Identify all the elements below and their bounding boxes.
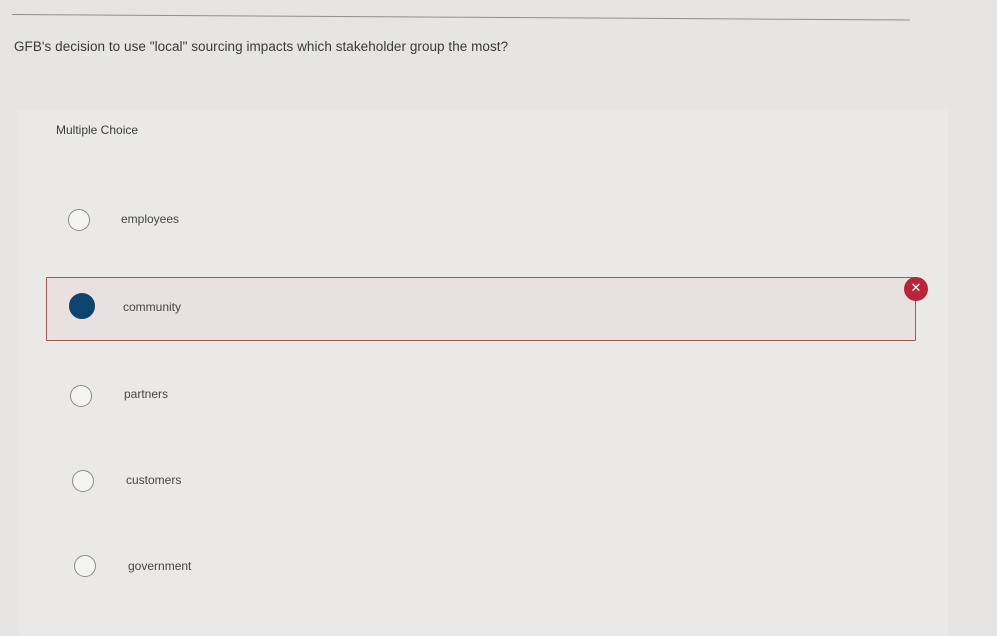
- answer-option-label: government: [128, 559, 192, 573]
- radio-button[interactable]: [70, 385, 92, 407]
- answer-option-label: employees: [121, 212, 180, 226]
- radio-button[interactable]: [74, 555, 96, 577]
- question-type-label: Multiple Choice: [56, 123, 139, 137]
- answer-option-label: community: [123, 300, 182, 314]
- radio-button[interactable]: [68, 209, 90, 231]
- radio-button[interactable]: [72, 470, 94, 492]
- radio-button-selected[interactable]: [69, 293, 95, 319]
- incorrect-x-icon: ✕: [904, 277, 928, 301]
- answer-option-government[interactable]: government: [46, 535, 916, 597]
- answer-option-label: partners: [124, 387, 169, 401]
- answer-option-employees[interactable]: employees: [46, 188, 916, 250]
- top-divider: [11, 14, 910, 21]
- answer-option-label: customers: [126, 473, 182, 487]
- answer-option-customers[interactable]: customers: [46, 450, 916, 512]
- answer-option-partners[interactable]: partners: [46, 364, 916, 426]
- question-text: GFB's decision to use "local" sourcing i…: [14, 39, 509, 54]
- answer-option-community[interactable]: community: [46, 277, 916, 341]
